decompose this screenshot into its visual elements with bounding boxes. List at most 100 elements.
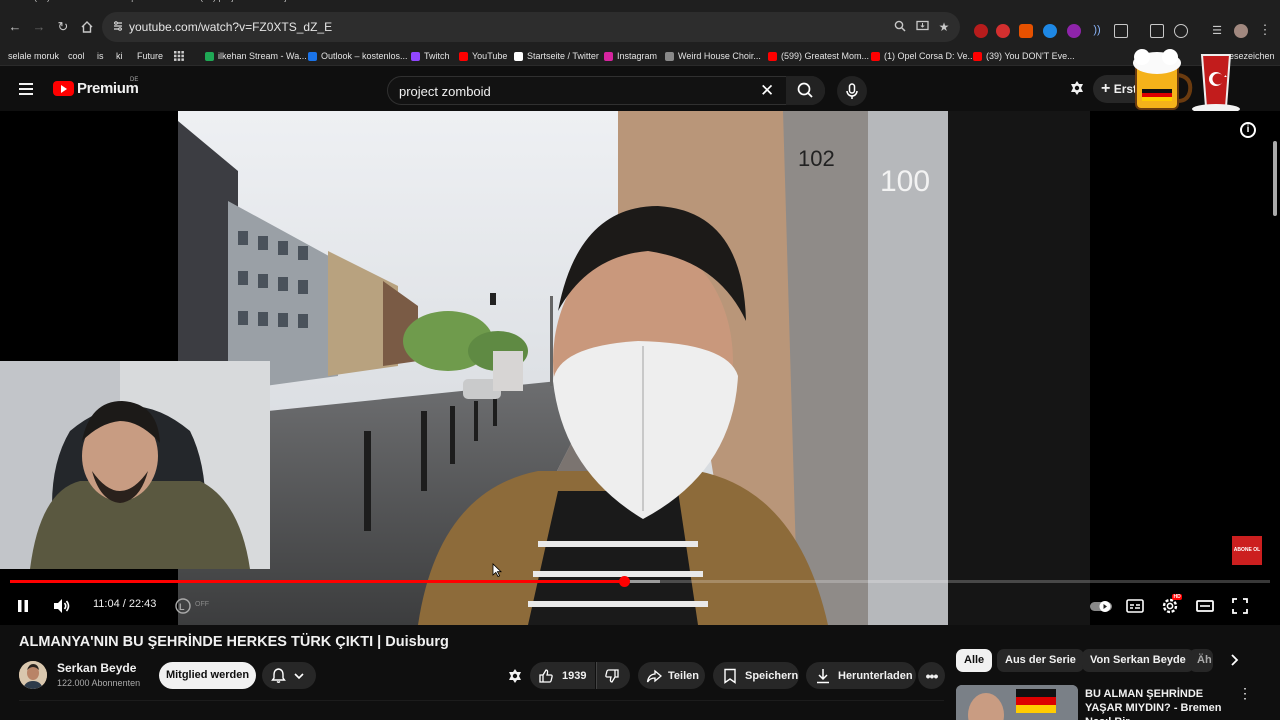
forward-icon[interactable]: → [32,20,46,34]
page-scrollbar[interactable] [1270,111,1280,720]
bookmark-folder[interactable]: Future [137,49,163,63]
channel-avatar[interactable] [19,661,47,689]
join-button[interactable]: Mitglied werden [159,662,256,689]
subtitles-button[interactable] [1124,595,1146,617]
bookmark-folder[interactable]: is [97,49,104,63]
search-input[interactable]: project zomboid [399,84,491,99]
more-horizontal-icon: ••• [925,667,939,684]
download-button[interactable]: Herunterladen [806,662,916,689]
bookmark-link[interactable]: Weird House Choir... [665,49,761,63]
reload-icon[interactable]: ↻ [56,20,70,34]
scrollbar-thumb[interactable] [1273,141,1277,216]
bookmark-link[interactable]: Instagram [604,49,657,63]
recommended-video-title[interactable]: BU ALMAN ŞEHRİNDE YAŞAR MIYDIN? - Bremen… [1085,687,1235,720]
history-icon[interactable] [1174,24,1188,38]
reading-list-icon[interactable] [1150,24,1164,38]
extension-icon[interactable] [1067,24,1081,38]
chip-all[interactable]: Alle [956,649,993,672]
info-icon[interactable]: i [1240,122,1256,138]
fullscreen-button[interactable] [1229,595,1251,617]
toggle-state: OFF [195,601,209,608]
youtube-logo[interactable]: Premium DE [53,77,139,97]
recommended-video-thumbnail[interactable] [956,685,1078,720]
install-app-icon[interactable] [915,20,929,34]
autodub-toggle[interactable]: L OFF [175,595,215,617]
browser-menu-icon[interactable]: ⋮ [1258,23,1272,38]
bookmark-folder[interactable]: cool [68,49,85,63]
browser-tab[interactable]: (21) project zomboid jahre... [200,0,312,8]
like-button[interactable]: 1939 [530,662,595,689]
thumbs-down-icon [605,668,619,683]
extension-icon[interactable] [1019,24,1033,38]
extension-icon[interactable] [974,24,988,38]
player-controls: 11:04 / 22:43 L OFF HD [0,589,1280,625]
channel-name[interactable]: Serkan Beyde [57,661,136,675]
video-player[interactable]: 102 100 i ABONE OL 11:04 / 22:43 L OFF H… [0,111,1280,625]
bookmark-folder[interactable]: selale moruk [8,49,59,63]
favicon-icon [973,51,982,61]
bookmark-link[interactable]: (599) Greatest Mom... [768,49,869,63]
share-button[interactable]: Teilen [638,662,705,689]
media-control-icon[interactable]: ☰ [1210,24,1224,38]
played-bar [10,580,624,583]
beer-and-tea-sticker [1133,49,1240,114]
bookmark-label: cool [68,51,85,61]
chip-related[interactable]: Äh [1189,649,1213,672]
bookmark-link[interactable]: Startseite / Twitter [514,49,599,63]
autoplay-toggle[interactable] [1089,595,1113,617]
video-frame[interactable]: 102 100 [178,111,1090,625]
theater-mode-button[interactable] [1194,595,1216,617]
bookmark-link[interactable]: (39) You DON'T Eve... [973,49,1075,63]
broadcast-icon[interactable] [1068,79,1086,102]
youtube-play-icon [53,81,74,96]
site-settings-icon[interactable] [112,20,124,32]
bookmark-link[interactable]: YouTube [459,49,507,63]
subscribe-watermark[interactable]: ABONE OL [1232,536,1262,565]
browser-tabstrip: (21) ALMANYA'NIN BU ŞE... (21) project z… [0,0,1280,8]
chip-series[interactable]: Aus der Serie [997,649,1084,672]
settings-button[interactable]: HD [1159,594,1183,617]
extension-icon[interactable] [996,24,1010,38]
bookmark-link[interactable]: (1) Opel Corsa D: Ve... [871,49,975,63]
omnibox[interactable]: youtube.com/watch?v=FZ0XTS_dZ_E ★ [102,12,960,42]
clear-search-icon[interactable]: ✕ [760,82,774,99]
voice-search-button[interactable] [837,76,867,106]
dislike-button[interactable] [596,662,630,689]
zoom-icon[interactable] [893,20,907,34]
bookmark-folder[interactable]: ki [116,49,123,63]
country-code: DE [130,77,139,83]
notification-button[interactable] [262,662,316,689]
super-thanks-icon[interactable] [506,667,524,690]
apps-grid-icon[interactable] [174,49,184,63]
download-label: Herunterladen [838,669,913,682]
bookmark-link[interactable]: ilkehan Stream - Wa... [205,49,307,63]
chevron-right-icon[interactable] [1226,652,1242,673]
favicon-icon [459,51,468,61]
home-icon[interactable] [80,20,94,34]
profile-avatar[interactable] [1234,24,1248,38]
bookmark-link[interactable]: Twitch [411,49,450,63]
url-text[interactable]: youtube.com/watch?v=FZ0XTS_dZ_E [129,20,332,34]
search-button[interactable] [786,76,825,105]
search-box[interactable]: project zomboid ✕ [387,76,825,105]
back-icon[interactable]: ← [8,20,22,34]
bookmark-link[interactable]: Outlook – kostenlos... [308,49,408,63]
more-vertical-icon[interactable]: ⋮ [1238,686,1252,700]
svg-text:L: L [179,602,185,612]
extensions-puzzle-icon[interactable] [1114,24,1128,38]
pause-button[interactable] [12,595,34,617]
extension-icon[interactable] [1043,24,1057,38]
search-icon [797,82,813,98]
chip-from-channel[interactable]: Von Serkan Beyde [1082,649,1194,672]
favicon-icon [871,51,880,61]
save-button[interactable]: Speichern [713,662,799,689]
bookmark-star-icon[interactable]: ★ [937,20,951,34]
scrubber-handle[interactable] [618,576,630,587]
extension-icon[interactable]: )) [1090,24,1104,38]
progress-bar[interactable] [10,576,1270,587]
menu-icon[interactable] [19,83,33,95]
mute-button[interactable] [50,595,72,617]
more-actions-button[interactable]: ••• [918,662,945,689]
browser-tab[interactable]: (21) ALMANYA'NIN BU ŞE... [34,0,149,8]
favicon-icon [514,51,523,61]
